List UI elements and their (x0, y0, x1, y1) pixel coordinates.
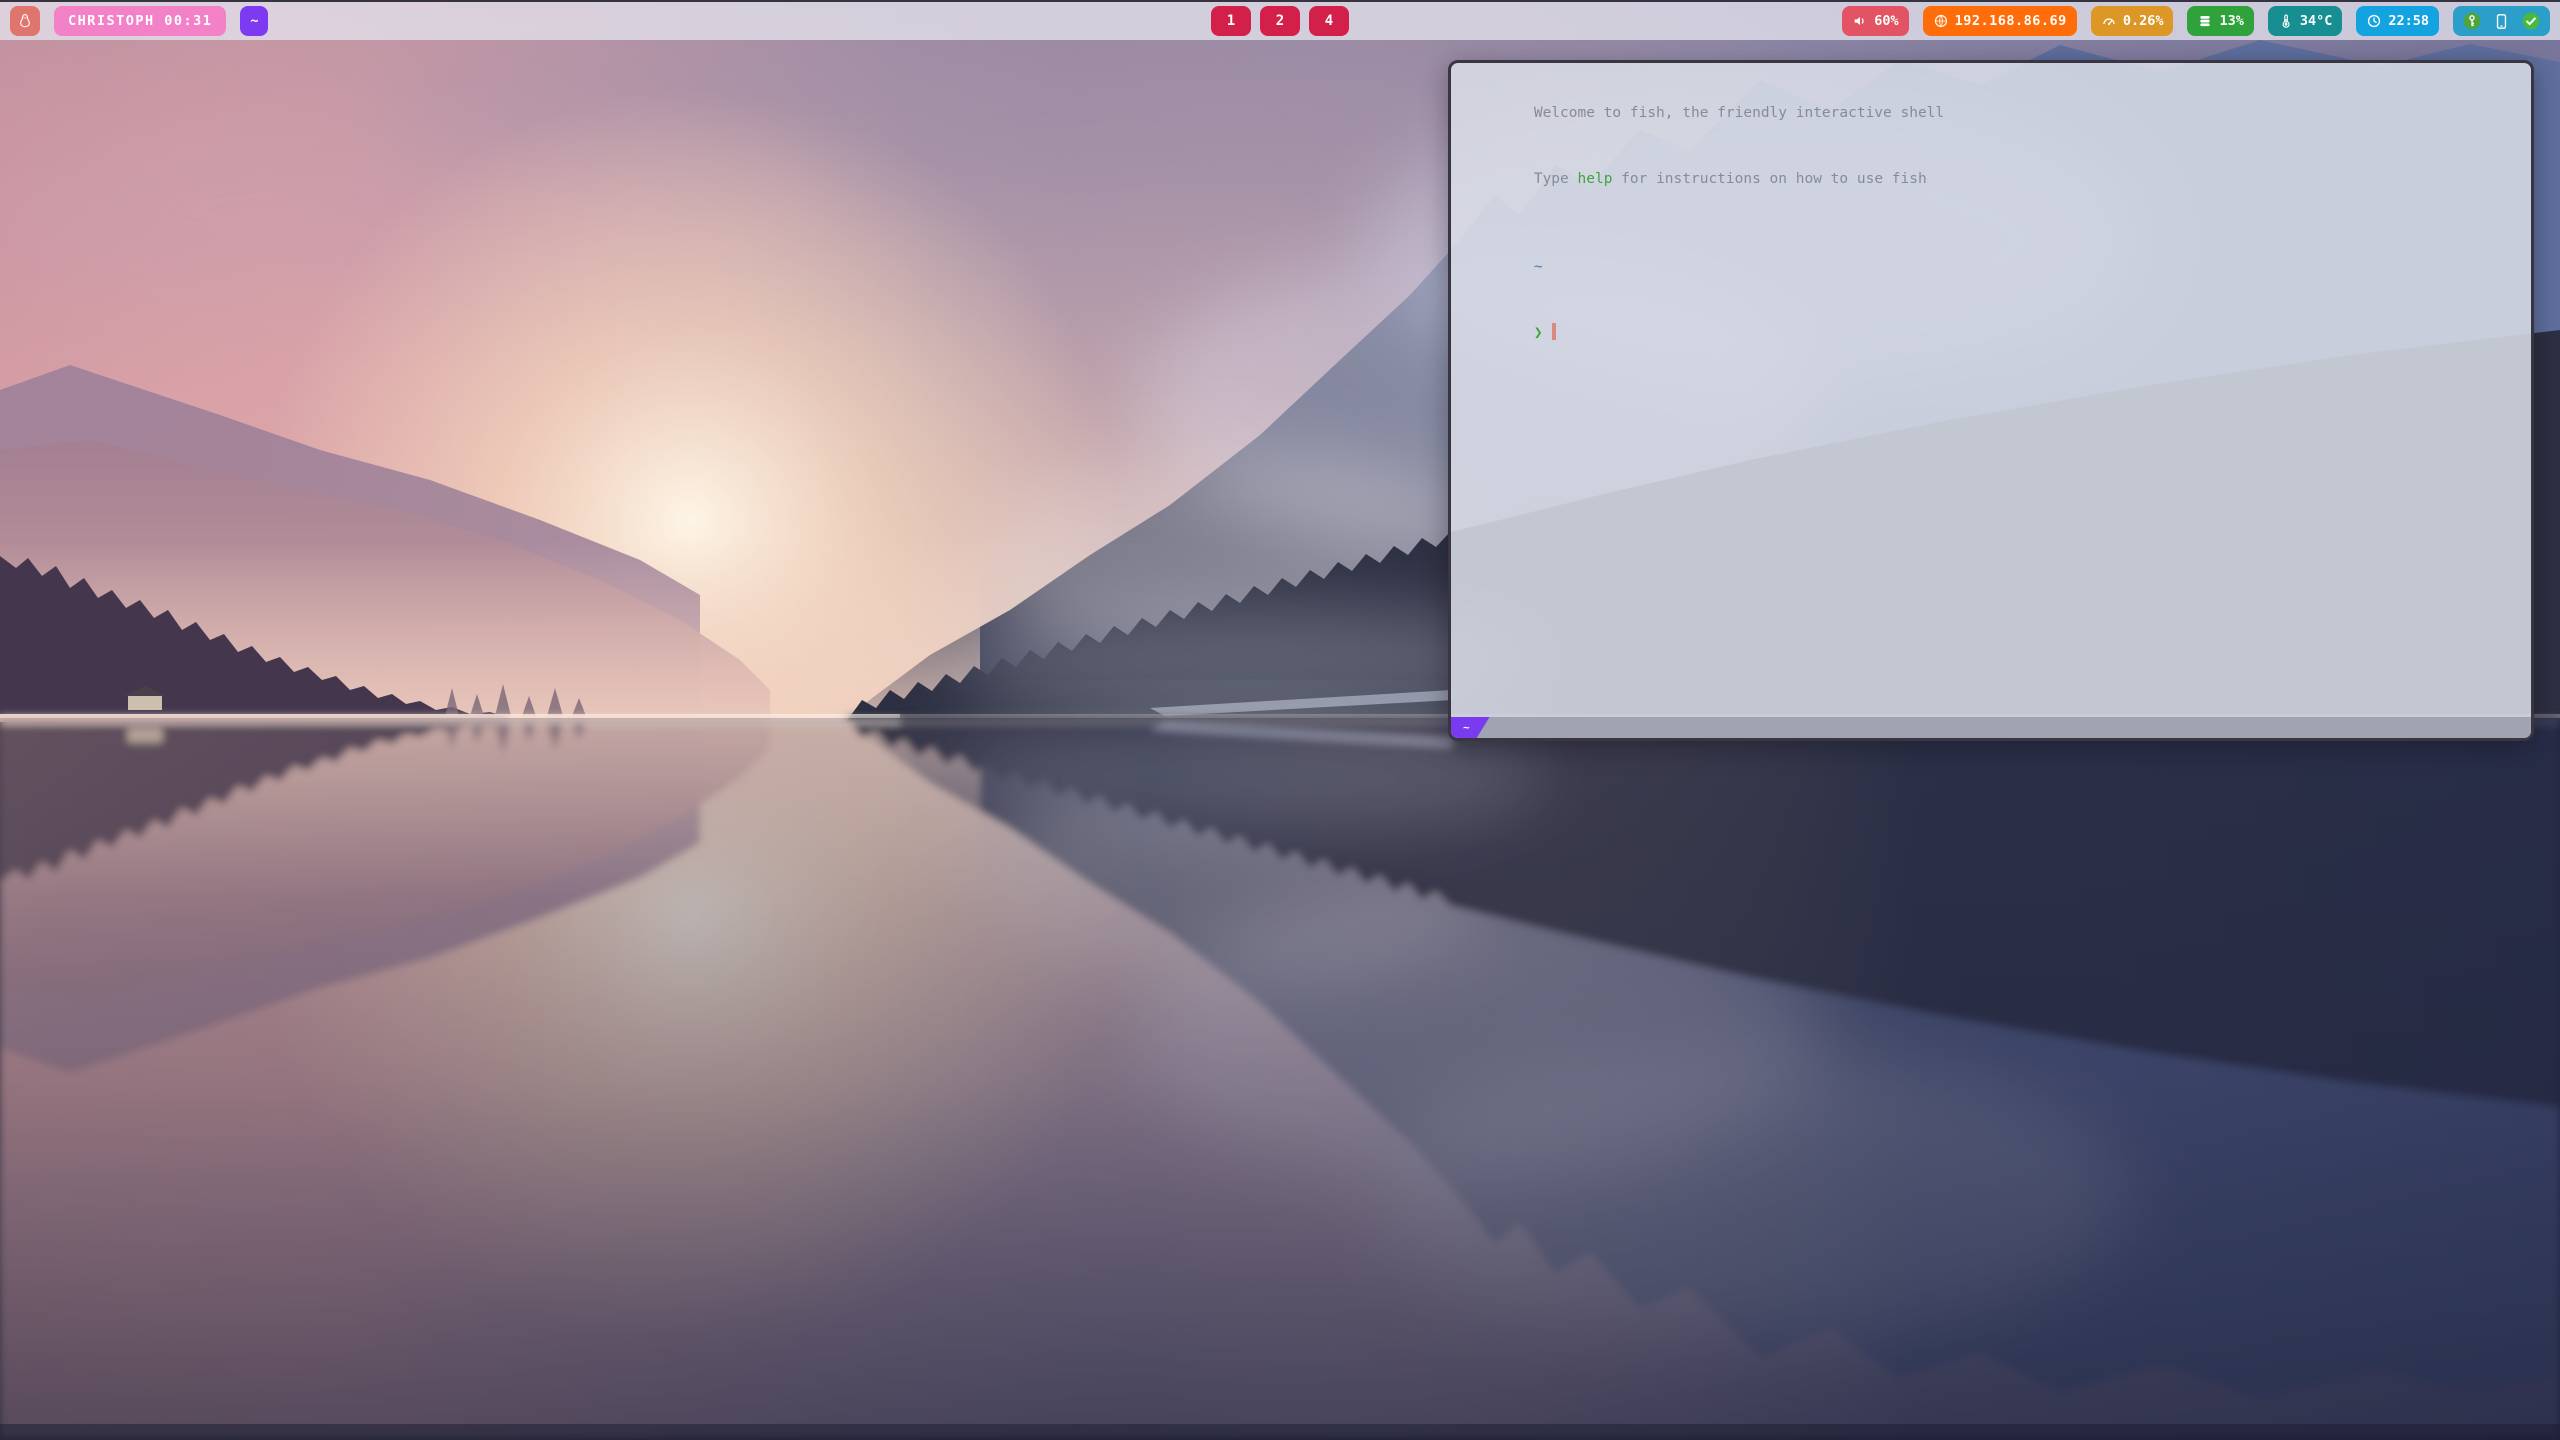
memory-icon (2197, 13, 2213, 29)
volume-value: 60% (1874, 13, 1898, 29)
network-ip-value: 192.168.86.69 (1955, 13, 2067, 29)
greeting-text: Welcome to fish, the friendly interactiv… (1534, 105, 1944, 121)
memory-value: 13% (2219, 13, 2243, 29)
greeting-text: Type (1534, 171, 1578, 187)
home-label: ~ (250, 13, 258, 29)
key-icon[interactable] (2462, 11, 2482, 31)
prompt-line: ❯ (1464, 300, 2518, 366)
clock-icon (2366, 13, 2382, 29)
phone-icon[interactable] (2492, 12, 2511, 31)
status-bar-right: 60% 192.168.86.69 0.26% (1842, 6, 2550, 36)
status-bar: CHRISTOPH 00:31 ~ 1 2 4 60% (0, 0, 2560, 40)
temperature-value: 34°C (2300, 13, 2333, 29)
terminal-line: Welcome to fish, the friendly interactiv… (1464, 80, 2518, 146)
status-bar-left: CHRISTOPH 00:31 ~ (10, 6, 268, 36)
thermometer-icon (2278, 13, 2294, 29)
user-session-label: CHRISTOPH 00:31 (68, 13, 212, 29)
workspace-button-1[interactable]: 1 (1211, 6, 1251, 36)
prompt-path: ~ (1534, 259, 1543, 275)
cpu-load-badge: 0.26% (2091, 6, 2174, 36)
prompt-path-line: ~ (1464, 234, 2518, 300)
temperature-badge: 34°C (2268, 6, 2343, 36)
terminal-window[interactable]: Welcome to fish, the friendly interactiv… (1448, 60, 2534, 741)
workspace-button-2[interactable]: 2 (1260, 6, 1300, 36)
help-command-text: help (1578, 171, 1613, 187)
tux-icon (16, 12, 34, 30)
cpu-load-value: 0.26% (2123, 13, 2164, 29)
network-badge: 192.168.86.69 (1923, 6, 2077, 36)
launcher-badge[interactable] (10, 6, 40, 36)
text-cursor (1552, 323, 1556, 340)
terminal-line: Type help for instructions on how to use… (1464, 146, 2518, 212)
workspace-button-4[interactable]: 4 (1309, 6, 1349, 36)
terminal-tab-label: ~ (1463, 721, 1470, 734)
prompt-char: ❯ (1534, 325, 1543, 341)
terminal-tab-home[interactable]: ~ (1451, 717, 1490, 738)
gauge-icon (2101, 13, 2117, 29)
system-tray (2453, 6, 2550, 36)
volume-badge[interactable]: 60% (1842, 6, 1908, 36)
terminal-tab-bar: ~ (1451, 717, 2531, 738)
clock-badge[interactable]: 22:58 (2356, 6, 2439, 36)
user-session-badge: CHRISTOPH 00:31 (54, 6, 226, 36)
terminal-blank-line (1464, 212, 2518, 234)
workspaces: 1 2 4 (1211, 6, 1349, 36)
clock-value: 22:58 (2388, 13, 2429, 29)
check-icon[interactable] (2521, 11, 2541, 31)
memory-badge: 13% (2187, 6, 2253, 36)
globe-icon (1933, 13, 1949, 29)
terminal-output[interactable]: Welcome to fish, the friendly interactiv… (1451, 63, 2531, 717)
desktop: CHRISTOPH 00:31 ~ 1 2 4 60% (0, 0, 2560, 1440)
volume-icon (1852, 13, 1868, 29)
home-badge: ~ (240, 6, 268, 36)
greeting-text: for instructions on how to use fish (1612, 171, 1926, 187)
